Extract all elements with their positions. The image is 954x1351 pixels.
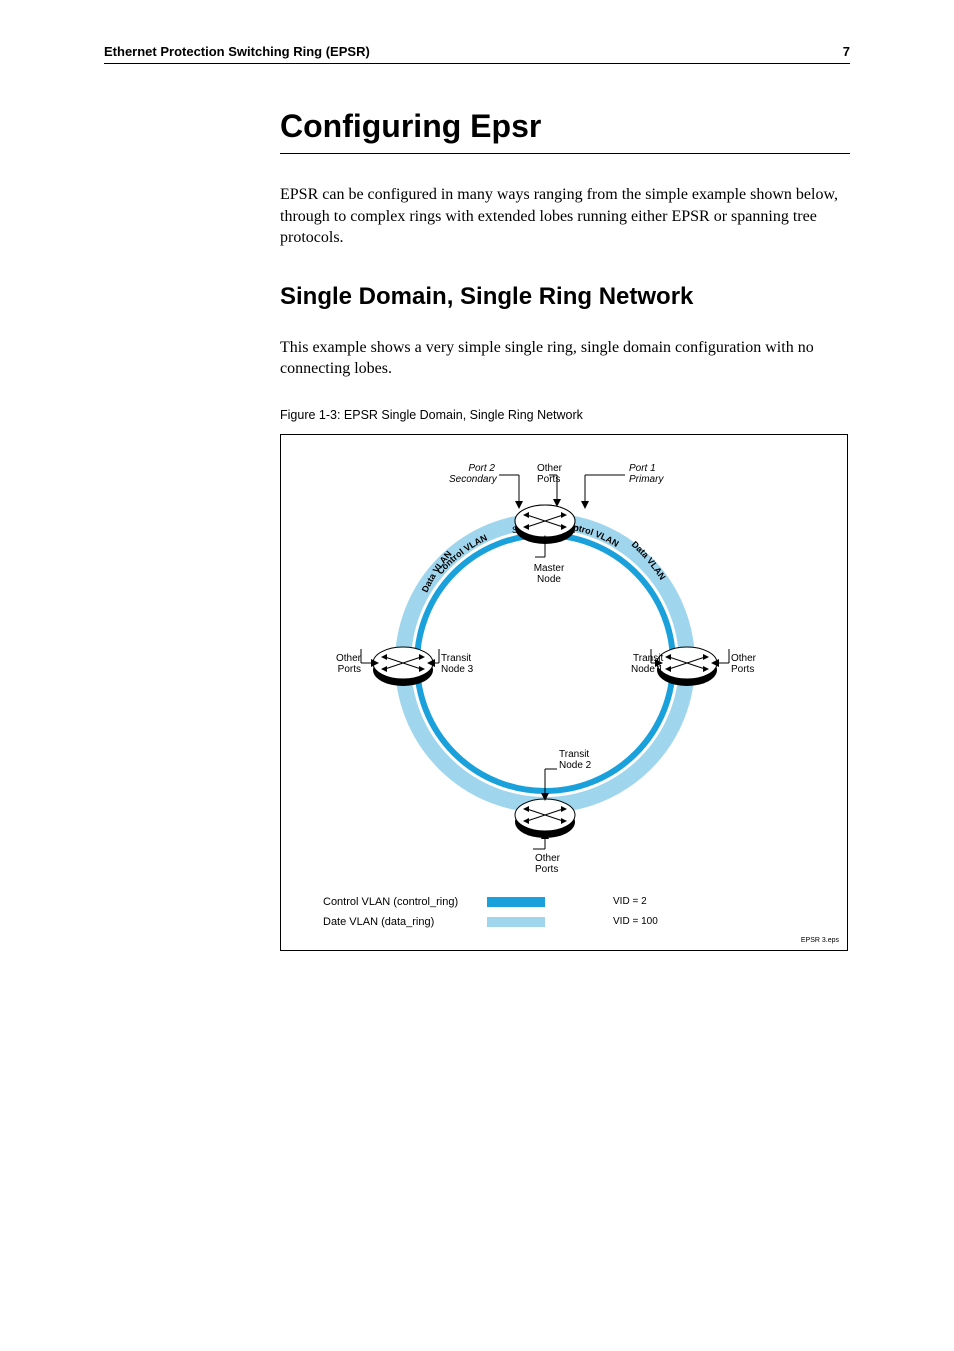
legend-data-swatch [487, 917, 545, 927]
sub-paragraph: This example shows a very simple single … [280, 337, 850, 380]
transit2-label: TransitNode 2 [559, 749, 591, 771]
port2-label: Port 2Secondary [449, 463, 495, 485]
other-ports-right-label: OtherPorts [731, 653, 756, 675]
svg-text:Data VLAN: Data VLAN [420, 549, 454, 594]
other-ports-top-label: OtherPorts [537, 463, 562, 485]
svg-text:S: S [512, 525, 518, 535]
header-title: Ethernet Protection Switching Ring (EPSR… [104, 44, 370, 59]
figure-legend: Control VLAN (control_ring) VID = 2 Date… [323, 896, 658, 936]
figure-diagram: Control VLAN Control VLAN Data VLAN Data… [280, 434, 848, 951]
master-node-label: MasterNode [529, 563, 569, 585]
transit-node-1 [657, 647, 717, 686]
legend-data-row: Date VLAN (data_ring) VID = 100 [323, 916, 658, 928]
running-header: Ethernet Protection Switching Ring (EPSR… [104, 44, 850, 64]
page-number: 7 [843, 44, 850, 59]
legend-control-label: Control VLAN (control_ring) [323, 896, 469, 908]
transit1-label: TransitNode 1 [631, 653, 663, 675]
legend-control-row: Control VLAN (control_ring) VID = 2 [323, 896, 658, 908]
section-heading: Configuring Epsr [280, 108, 850, 154]
legend-control-swatch [487, 897, 545, 907]
svg-text:P: P [573, 525, 579, 535]
eps-filename: EPSR 3.eps [801, 937, 839, 944]
port1-label: Port 1Primary [629, 463, 663, 485]
subsection-heading: Single Domain, Single Ring Network [280, 283, 850, 311]
other-ports-left-label: OtherPorts [331, 653, 361, 675]
data-vlan-label-left: Data VLAN [420, 549, 454, 594]
legend-data-vid: VID = 100 [613, 916, 658, 927]
figure-caption: Figure 1-3: EPSR Single Domain, Single R… [280, 408, 850, 422]
transit-node-3 [373, 647, 433, 686]
intro-paragraph: EPSR can be configured in many ways rang… [280, 184, 850, 249]
transit3-label: TransitNode 3 [441, 653, 473, 675]
legend-data-label: Date VLAN (data_ring) [323, 916, 469, 928]
ring-diagram-svg: Control VLAN Control VLAN Data VLAN Data… [281, 435, 848, 951]
legend-control-vid: VID = 2 [613, 896, 647, 907]
other-ports-bottom-label: OtherPorts [535, 853, 560, 875]
